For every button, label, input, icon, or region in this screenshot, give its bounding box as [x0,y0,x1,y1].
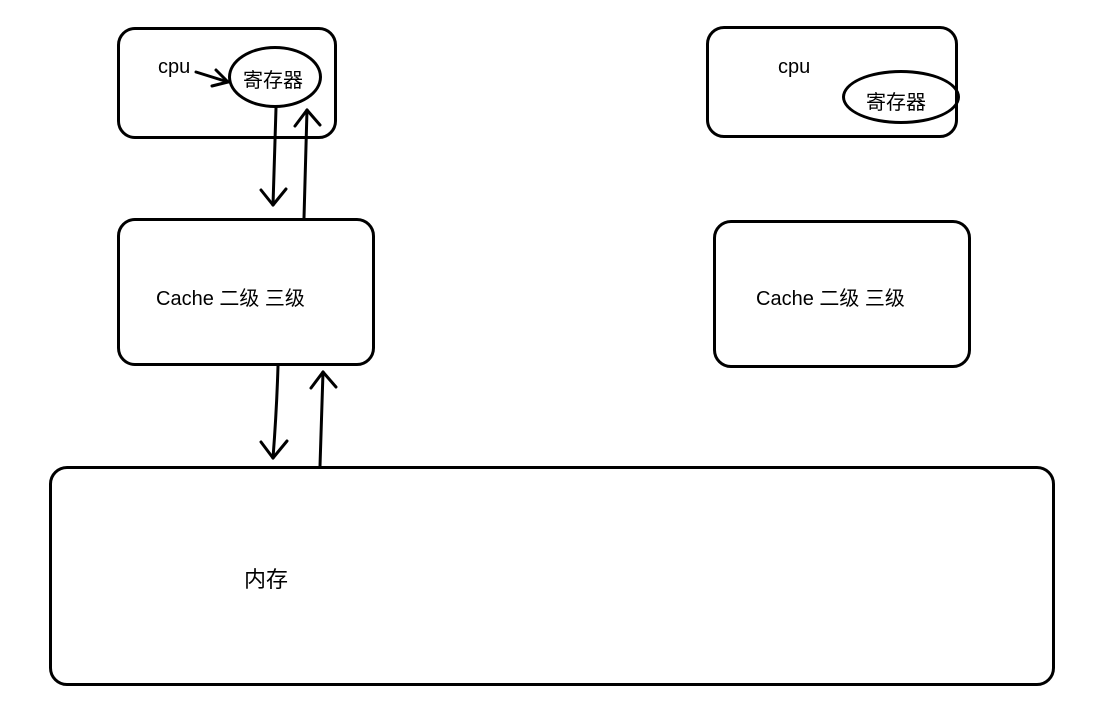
arrow-cache-to-memory-down [261,366,287,458]
arrow-memory-to-cache-up [311,372,336,466]
left-cpu-label: cpu [158,56,190,79]
left-register-label: 寄存器 [243,64,303,93]
right-cpu-label: cpu [778,56,810,79]
right-cache-label: Cache 二级 三级 [756,282,905,311]
left-cache-label: Cache 二级 三级 [156,282,305,311]
memory-label: 内存 [244,562,288,594]
right-register-label: 寄存器 [866,86,926,115]
memory-box [49,466,1055,686]
